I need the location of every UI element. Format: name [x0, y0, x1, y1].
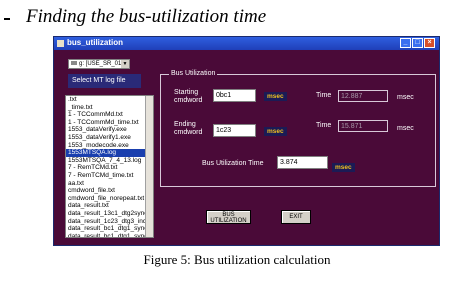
ending-time-unit: msec [397, 125, 414, 132]
file-list-item[interactable]: 1553_modecode.exe [66, 142, 153, 150]
title-bar[interactable]: bus_utilization _ □ × [54, 37, 439, 50]
file-list-item[interactable]: 1553_dataVerify.exe [66, 126, 153, 134]
minimize-button[interactable]: _ [400, 38, 411, 48]
file-list-item[interactable]: data_result.txt [66, 202, 153, 210]
file-list[interactable]: .txt _time.txt 1 - TCCommMd.txt 1 - TCCommM… [65, 95, 154, 238]
list-scrollbar[interactable] [145, 96, 153, 237]
file-list-item[interactable]: 1553MTSQA.log [66, 149, 153, 157]
starting-time-label: Time [316, 92, 332, 99]
window-title: bus_utilization [67, 38, 123, 47]
bus-utilization-time-label: Bus Utilization Time [202, 160, 264, 167]
app-icon [57, 40, 64, 47]
file-list-item[interactable]: 1553_dataVerify1.exe [66, 134, 153, 142]
starting-msec-badge: msec [264, 92, 287, 101]
bus-utilization-msec-badge: msec [332, 163, 355, 172]
file-list-item[interactable]: data_result_bc1_dtg1_sync [66, 233, 153, 237]
drive-value: g: [USE_SR_01] [79, 61, 124, 67]
log-file-label: Select MT log file [68, 74, 141, 88]
starting-time-unit: msec [397, 94, 414, 101]
file-list-item[interactable]: cmdword_file_norepeat.txt [66, 195, 153, 203]
starting-cmdword-input[interactable]: 0bc1 [213, 89, 256, 102]
ending-cmdword-input[interactable]: 1c23 [213, 124, 256, 137]
starting-time-field: 12.887 [338, 90, 388, 102]
drive-select[interactable]: g: [USE_SR_01] ▼ [68, 59, 130, 69]
file-list-item[interactable]: data_result_bc1_dtg1_sync [66, 225, 153, 233]
figure-caption: Figure 5: Bus utilization calculation [143, 252, 331, 267]
close-button[interactable]: × [424, 38, 435, 48]
ending-time-label: Time [316, 122, 332, 129]
section-heading: Finding the bus-utilization time [2, 4, 472, 30]
starting-cmdword-label: Starting cmdword [174, 89, 203, 104]
bus-utilization-time-field: 3.874 [277, 156, 328, 169]
file-list-item[interactable]: aa.txt [66, 180, 153, 188]
ending-cmdword-label: Ending cmdword [174, 121, 203, 136]
bullet-mark [4, 18, 10, 20]
chevron-down-icon[interactable]: ▼ [121, 60, 129, 68]
app-window: bus_utilization _ □ × g: [USE_SR_01] ▼ S… [53, 36, 440, 246]
file-list-item[interactable]: 1553MTSQA_7_4_13.log [66, 157, 153, 165]
file-list-item[interactable]: 7 - RemTCMd_time.txt [66, 172, 153, 180]
file-list-item[interactable]: _time.txt [66, 104, 153, 112]
ending-time-field: 15.871 [338, 120, 388, 132]
bus-utilization-button[interactable]: BUS UTILIZATION [206, 210, 251, 224]
file-list-item[interactable]: data_result_13c1_dtg2sync [66, 210, 153, 218]
file-list-items: .txt _time.txt 1 - TCCommMd.txt 1 - TCCommM… [66, 96, 153, 237]
drive-icon [71, 61, 77, 65]
file-list-item[interactable]: 7 - RemTCMd.txt [66, 164, 153, 172]
file-list-item[interactable]: 1 - TCCommMd.txt [66, 111, 153, 119]
maximize-button[interactable]: □ [412, 38, 423, 48]
file-list-item[interactable]: data_result_1c23_dtg3_inc [66, 218, 153, 226]
file-list-item[interactable]: cmdword_file.txt [66, 187, 153, 195]
ending-msec-badge: msec [264, 127, 287, 136]
group-title: Bus Utilization [169, 70, 218, 77]
file-list-item[interactable]: .txt [66, 96, 153, 104]
exit-button[interactable]: EXIT [281, 210, 311, 224]
file-list-item[interactable]: 1 - TCCommMd_time.txt [66, 119, 153, 127]
heading-text: Finding the bus-utilization time [26, 6, 267, 27]
